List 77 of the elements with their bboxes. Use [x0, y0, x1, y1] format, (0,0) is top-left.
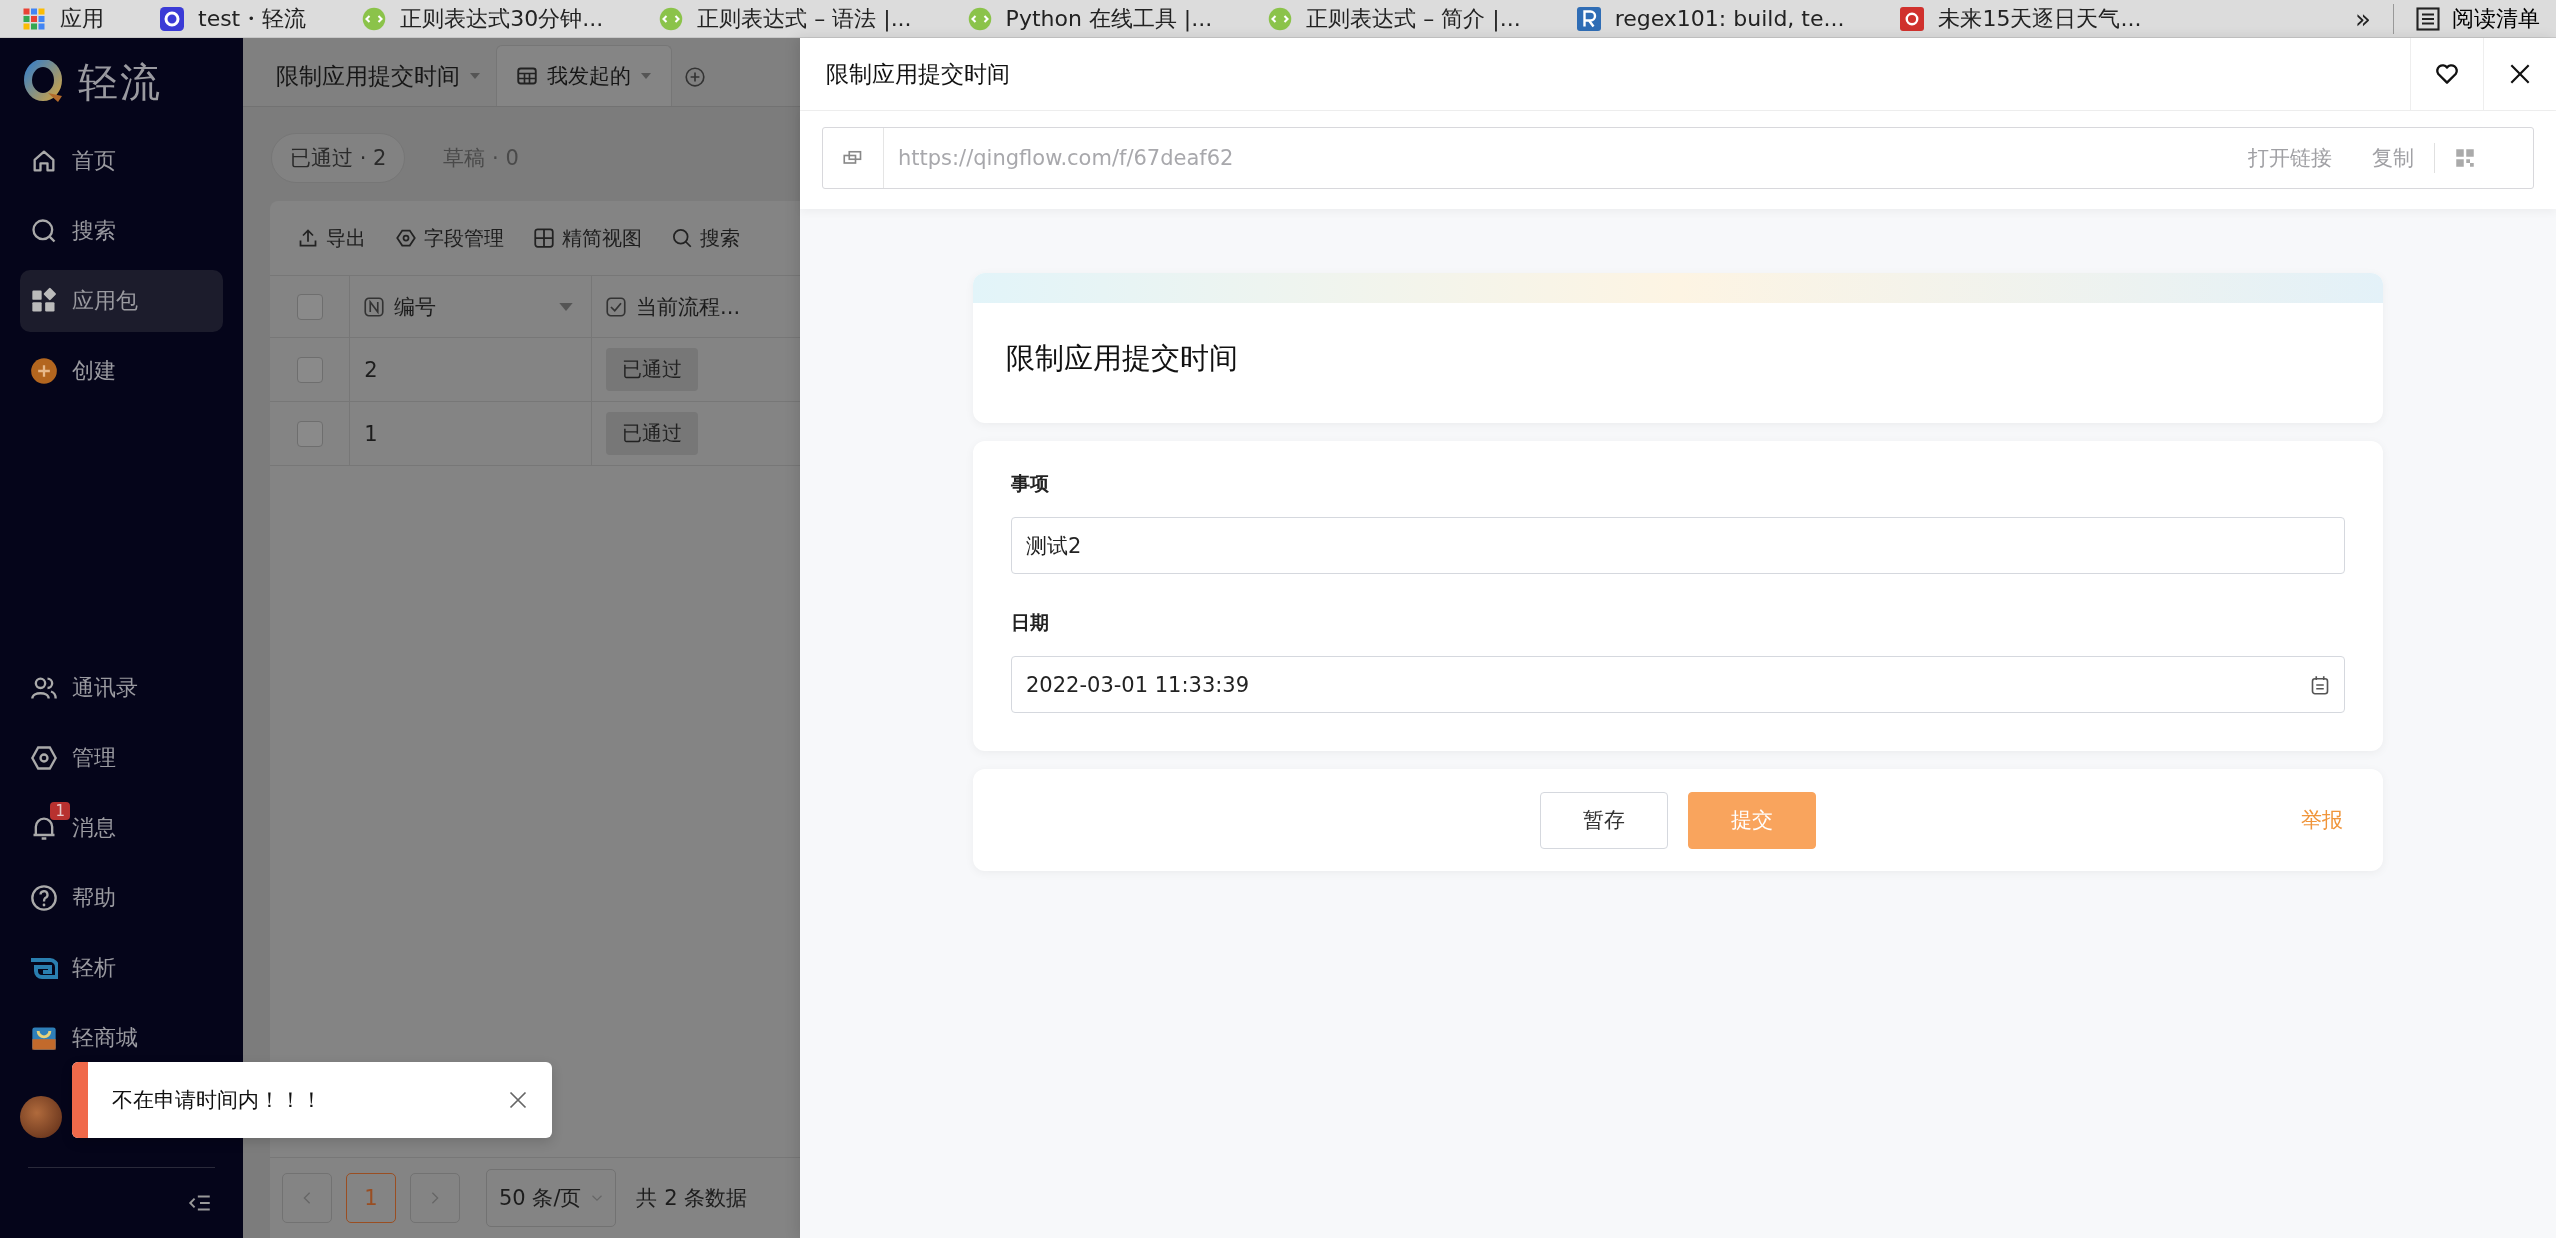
chevron-right-icon: [429, 1191, 441, 1205]
toolbar-button[interactable]: 精简视图: [534, 224, 642, 252]
table-cell: 2: [364, 357, 378, 382]
bookmark[interactable]: 正则表达式 – 语法 |...: [659, 3, 912, 34]
search-icon: [30, 217, 58, 245]
status-tag: 已通过: [606, 348, 699, 391]
settings-icon: [396, 228, 416, 248]
number-field-icon: [364, 296, 385, 317]
bookmark[interactable]: test・轻流: [160, 3, 307, 34]
logo-text: 轻流: [78, 57, 162, 107]
sidebar-item[interactable]: 轻析: [20, 937, 223, 999]
sidebar-item[interactable]: 轻商城: [20, 1007, 223, 1069]
apps-icon: [30, 287, 58, 315]
bookmark[interactable]: Python 在线工具 |...: [967, 3, 1213, 34]
toolbar-button[interactable]: 搜索: [672, 224, 740, 252]
more-bookmarks-button[interactable]: »: [2355, 3, 2371, 34]
apps-icon: [22, 6, 46, 31]
save-draft-button[interactable]: 暂存: [1540, 791, 1668, 849]
sort-caret-icon: [559, 302, 574, 311]
bookmark[interactable]: 正则表达式 – 简介 |...: [1268, 3, 1521, 34]
form-title: 限制应用提交时间: [1005, 340, 1239, 377]
column-header[interactable]: 编号: [350, 276, 593, 337]
table-icon: [517, 66, 537, 86]
logo-icon: [24, 60, 64, 104]
checkbox[interactable]: [296, 356, 323, 383]
search-icon: [672, 228, 692, 248]
previous-page-button[interactable]: [282, 1173, 332, 1223]
toolbar-button[interactable]: 导出: [298, 224, 366, 252]
r-logo-icon: [1576, 6, 1601, 31]
toolbar-button[interactable]: 字段管理: [396, 224, 504, 252]
filter-tab[interactable]: 已通过 · 2: [271, 133, 406, 183]
sidebar-item[interactable]: 帮助: [20, 867, 223, 929]
sidebar-item[interactable]: 首页: [20, 130, 223, 192]
qr-code-icon[interactable]: [2455, 148, 2475, 168]
field-label: 日期: [1011, 610, 1050, 635]
sidebar-item[interactable]: 搜索: [20, 200, 223, 262]
drawer-title: 限制应用提交时间: [825, 59, 1011, 89]
status-tag: 已通过: [606, 412, 699, 455]
help-icon: [30, 884, 58, 912]
calendar-icon: [2310, 674, 2330, 695]
checkbox[interactable]: [296, 420, 323, 447]
upload-icon: [298, 228, 318, 248]
text-field[interactable]: 测试2: [1011, 517, 2345, 574]
toast-message: 不在申请时间内！！！: [111, 1087, 323, 1114]
bookmark[interactable]: 正则表达式30分钟...: [362, 3, 604, 34]
notification-badge: 1: [50, 802, 70, 820]
app-title-dropdown[interactable]: 限制应用提交时间: [276, 46, 480, 106]
grid-icon: [534, 228, 554, 248]
sidebar-item[interactable]: 通讯录: [20, 657, 223, 719]
page-size-select[interactable]: 50 条/页: [486, 1169, 617, 1227]
settings-icon: [30, 744, 58, 772]
field-label: 事项: [1011, 471, 1050, 496]
bookmark[interactable]: 未来15天逐日天气...: [1900, 3, 2142, 34]
caret-icon: [641, 73, 651, 79]
plus-icon: [30, 357, 58, 385]
sidebar-item[interactable]: 应用包: [20, 270, 223, 332]
table-cell: 1: [364, 421, 378, 446]
bookmark[interactable]: regex101: build, te...: [1576, 3, 1845, 34]
next-page-button[interactable]: [410, 1173, 460, 1223]
date-field[interactable]: 2022-03-01 11:33:39: [1011, 656, 2345, 713]
total-count: 共 2 条数据: [636, 1185, 748, 1212]
view-tab[interactable]: 我发起的: [496, 45, 672, 106]
sidebar-item[interactable]: 创建: [20, 340, 223, 402]
checkbox-field-icon: [606, 296, 627, 317]
heart-icon: [2434, 61, 2460, 87]
list-icon: [2416, 6, 2440, 31]
reading-list-button[interactable]: 阅读清单: [2393, 3, 2556, 34]
checkbox[interactable]: [296, 293, 323, 320]
caret-icon: [470, 73, 480, 79]
sidebar-item[interactable]: 1 消息: [20, 797, 223, 859]
chevron-left-icon: [301, 1191, 313, 1205]
close-icon[interactable]: [508, 1090, 528, 1110]
avatar[interactable]: [20, 1096, 62, 1138]
bookmark[interactable]: 应用: [22, 3, 104, 34]
q-logo-icon: [160, 6, 184, 31]
add-view-icon[interactable]: [684, 66, 706, 88]
sidebar-item[interactable]: 管理: [20, 727, 223, 789]
